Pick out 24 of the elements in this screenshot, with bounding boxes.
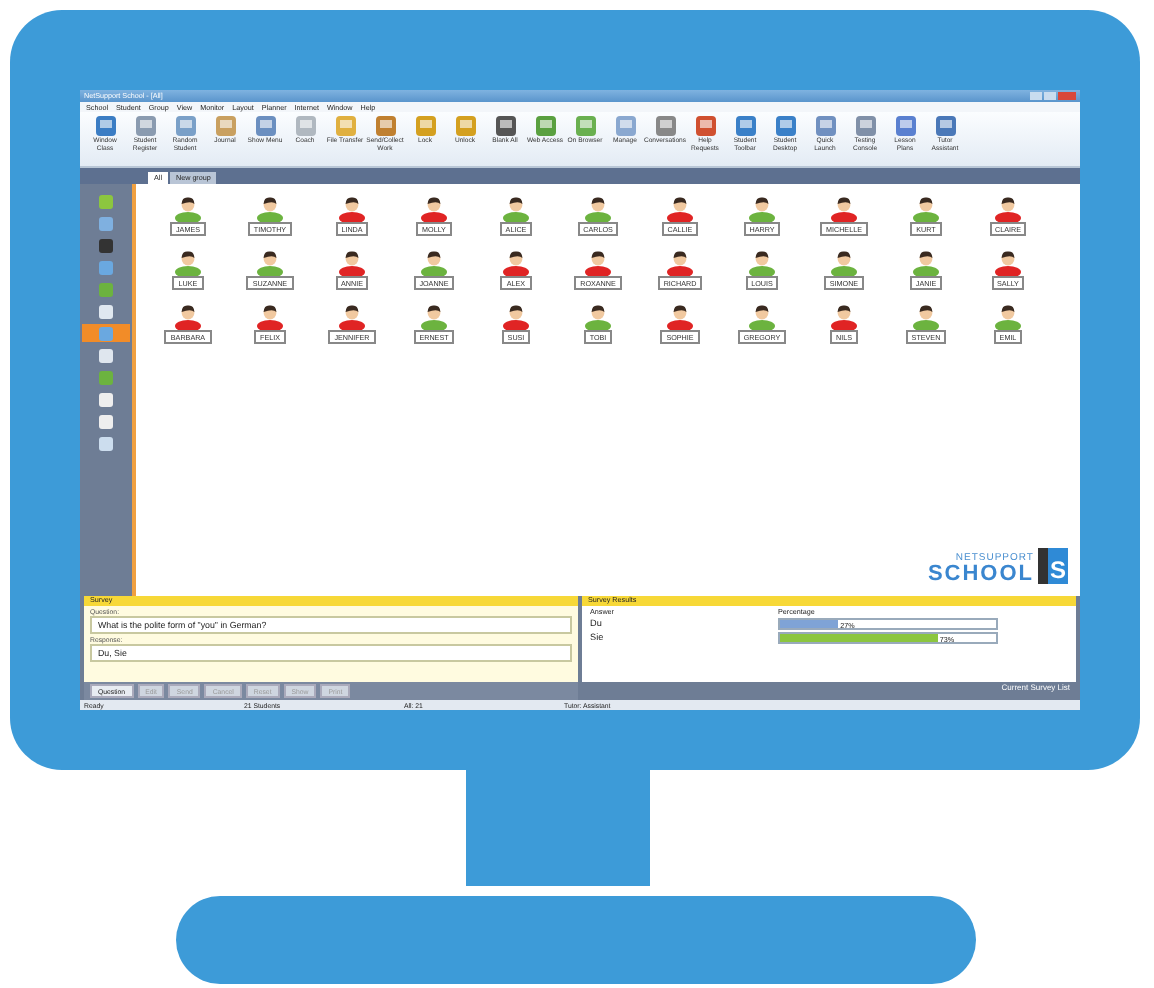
toolbar-icon bbox=[933, 114, 957, 138]
toolbar-icon bbox=[493, 114, 517, 138]
toolbar-icon bbox=[853, 114, 877, 138]
toolbar-icon bbox=[93, 114, 117, 138]
toolbar-icon bbox=[413, 114, 437, 138]
toolbar-icon bbox=[693, 114, 717, 138]
toolbar-icon bbox=[293, 114, 317, 138]
toolbar-icon bbox=[213, 114, 237, 138]
toolbar-icon bbox=[533, 114, 557, 138]
toolbar-icon bbox=[453, 114, 477, 138]
toolbar-icon bbox=[373, 114, 397, 138]
toolbar-icon bbox=[813, 114, 837, 138]
logo-text: SCHOOL bbox=[927, 564, 1034, 584]
logo-mark: S bbox=[1038, 548, 1068, 584]
toolbar-icon bbox=[893, 114, 917, 138]
toolbar-icon bbox=[253, 114, 277, 138]
toolbar-icon bbox=[573, 114, 597, 138]
toolbar-icon bbox=[773, 114, 797, 138]
toolbar-icon bbox=[133, 114, 157, 138]
toolbar-icon bbox=[173, 114, 197, 138]
toolbar-icon bbox=[613, 114, 637, 138]
toolbar-icon bbox=[733, 114, 757, 138]
toolbar-icon bbox=[333, 114, 357, 138]
toolbar-icon bbox=[653, 114, 677, 138]
